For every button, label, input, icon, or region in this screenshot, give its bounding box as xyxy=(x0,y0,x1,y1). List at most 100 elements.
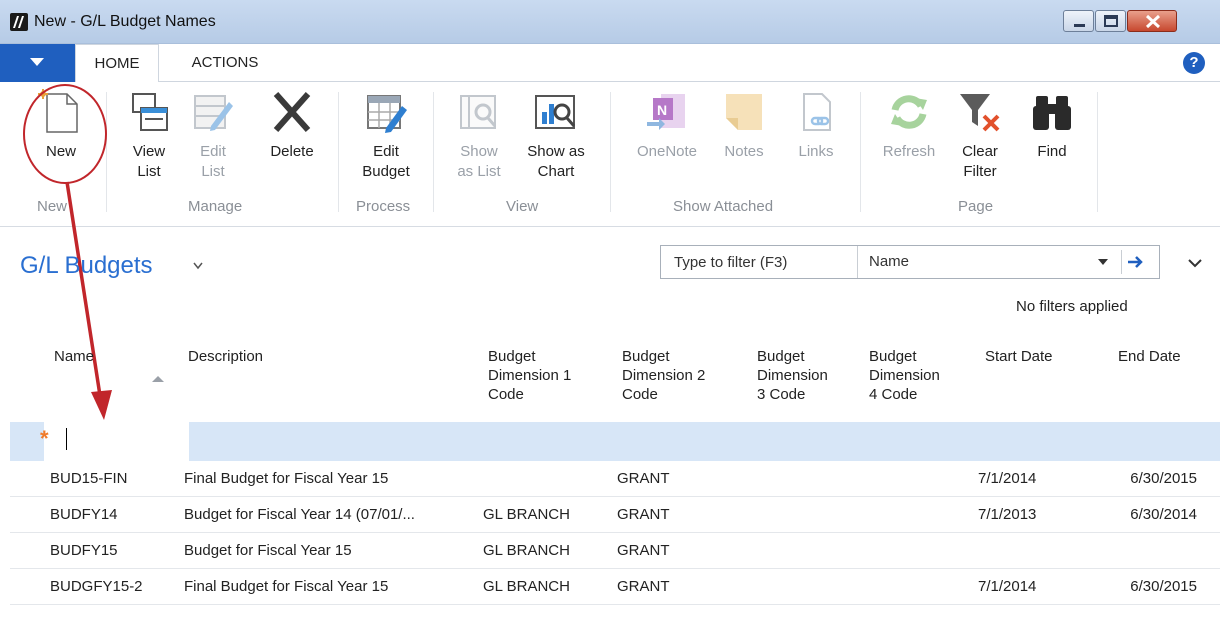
help-icon[interactable]: ? xyxy=(1183,52,1205,74)
delete-x-icon xyxy=(273,92,311,132)
svg-text:N: N xyxy=(657,102,667,118)
column-header-line: 4 Code xyxy=(869,386,918,403)
cell-end-date: 6/30/2014 xyxy=(1130,506,1197,523)
view-list-icon xyxy=(132,93,168,131)
tab-actions[interactable]: ACTIONS xyxy=(170,44,280,82)
table-row[interactable]: BUDFY15 Budget for Fiscal Year 15 GL BRA… xyxy=(10,533,1220,569)
cell-dim2: GRANT xyxy=(617,506,670,523)
show-as-list-button[interactable]: Show as List xyxy=(449,88,509,182)
group-separator xyxy=(1097,92,1098,212)
edit-budget-label-1: Edit xyxy=(373,143,399,160)
group-label-process: Process xyxy=(356,198,411,215)
links-icon xyxy=(803,93,831,131)
cell-description: Final Budget for Fiscal Year 15 xyxy=(184,578,389,595)
title-bar: New - G/L Budget Names xyxy=(0,0,1220,44)
links-button[interactable]: Links xyxy=(788,88,844,162)
notes-label: Notes xyxy=(724,143,764,160)
cell-dim1: GL BRANCH xyxy=(483,578,570,595)
table-row[interactable]: BUD15-FIN Final Budget for Fiscal Year 1… xyxy=(10,461,1220,497)
filter-field-select[interactable]: Name xyxy=(869,253,909,270)
find-button[interactable]: Find xyxy=(1026,88,1078,162)
table-row[interactable]: BUDFY14 Budget for Fiscal Year 14 (07/01… xyxy=(10,497,1220,533)
onenote-icon: N xyxy=(647,94,685,130)
view-list-button[interactable]: View List xyxy=(124,88,174,182)
dynamics-logo-icon xyxy=(10,13,28,31)
group-separator xyxy=(860,92,861,212)
column-header-description[interactable]: Description xyxy=(188,347,263,366)
minimize-button[interactable] xyxy=(1063,10,1094,32)
cell-dim1: GL BRANCH xyxy=(483,542,570,559)
new-row[interactable] xyxy=(10,422,1220,461)
column-header-line: Dimension xyxy=(869,367,940,384)
view-list-label-2: List xyxy=(137,163,161,180)
show-as-chart-button[interactable]: Show as Chart xyxy=(518,88,594,182)
column-header-budget-dimension-1-code[interactable]: Budget Dimension 1 Code xyxy=(488,347,571,404)
cell-end-date: 6/30/2015 xyxy=(1130,578,1197,595)
collapse-chevron-icon[interactable] xyxy=(1188,258,1202,268)
column-header-line: Code xyxy=(622,386,658,403)
edit-budget-label-2: Budget xyxy=(362,163,410,180)
column-header-budget-dimension-2-code[interactable]: Budget Dimension 2 Code xyxy=(622,347,705,404)
filter-input[interactable] xyxy=(661,246,858,278)
cell-dim2: GRANT xyxy=(617,470,670,487)
title-dropdown-icon[interactable] xyxy=(193,262,203,270)
group-label-view: View xyxy=(506,198,539,215)
chevron-down-icon[interactable] xyxy=(1098,259,1108,266)
refresh-icon xyxy=(891,95,927,129)
filter-box: Name xyxy=(660,245,1160,279)
find-label: Find xyxy=(1037,143,1067,160)
clear-filter-button[interactable]: Clear Filter xyxy=(952,88,1008,182)
delete-button[interactable]: Delete xyxy=(262,88,322,162)
app-menu-button[interactable] xyxy=(0,44,75,82)
group-label-show-attached: Show Attached xyxy=(673,198,774,215)
column-header-end-date[interactable]: End Date xyxy=(1118,347,1181,366)
cell-start-date: 7/1/2014 xyxy=(978,578,1037,595)
cell-start-date: 7/1/2013 xyxy=(978,506,1037,523)
maximize-button[interactable] xyxy=(1095,10,1126,32)
view-list-label-1: View xyxy=(132,143,166,160)
group-separator xyxy=(610,92,611,212)
cell-name: BUDFY15 xyxy=(50,542,118,559)
filter-divider xyxy=(1121,250,1122,274)
cell-description: Final Budget for Fiscal Year 15 xyxy=(184,470,389,487)
refresh-button[interactable]: Refresh xyxy=(876,88,942,162)
cell-description: Budget for Fiscal Year 14 (07/01/... xyxy=(184,506,415,523)
notes-icon xyxy=(726,94,762,130)
tab-home[interactable]: HOME xyxy=(75,44,159,83)
column-header-line: Budget xyxy=(488,348,536,365)
group-label-manage: Manage xyxy=(188,198,243,215)
new-record-marker: * xyxy=(40,426,49,451)
apply-filter-arrow-icon[interactable] xyxy=(1127,255,1145,269)
column-header-budget-dimension-4-code[interactable]: Budget Dimension 4 Code xyxy=(869,347,940,404)
binoculars-icon xyxy=(1033,96,1071,130)
clear-filter-label-1: Clear xyxy=(962,143,998,160)
notes-button[interactable]: Notes xyxy=(716,88,772,162)
close-button[interactable] xyxy=(1127,10,1177,32)
filter-status: No filters applied xyxy=(1016,298,1128,315)
column-header-budget-dimension-3-code[interactable]: Budget Dimension 3 Code xyxy=(757,347,828,404)
cell-name: BUDGFY15-2 xyxy=(50,578,143,595)
cell-name: BUD15-FIN xyxy=(50,470,128,487)
cell-name: BUDFY14 xyxy=(50,506,118,523)
show-as-chart-icon xyxy=(535,95,576,129)
edit-budget-button[interactable]: Edit Budget xyxy=(353,88,419,182)
show-as-list-label-2: as List xyxy=(457,163,501,180)
show-as-list-icon xyxy=(460,95,497,129)
column-header-line: Dimension 1 xyxy=(488,367,572,384)
edit-list-label-2: List xyxy=(201,163,225,180)
column-header-line: Code xyxy=(488,386,524,403)
cell-dim1: GL BRANCH xyxy=(483,506,570,523)
ribbon-tabs: HOME ACTIONS ? xyxy=(0,44,1220,83)
edit-list-button[interactable]: Edit List xyxy=(188,88,238,182)
cell-description: Budget for Fiscal Year 15 xyxy=(184,542,352,559)
column-header-line: Budget xyxy=(757,348,805,365)
column-header-name[interactable]: Name xyxy=(54,347,94,366)
page-title: G/L Budgets xyxy=(20,252,153,279)
cell-dim2: GRANT xyxy=(617,542,670,559)
onenote-button[interactable]: N OneNote xyxy=(625,88,709,162)
ribbon: New View List Edit List Delete Manage Ed… xyxy=(0,82,1220,227)
table-row[interactable]: BUDGFY15-2 Final Budget for Fiscal Year … xyxy=(10,569,1220,605)
column-header-line: Budget xyxy=(622,348,670,365)
cell-dim2: GRANT xyxy=(617,578,670,595)
column-header-start-date[interactable]: Start Date xyxy=(985,347,1053,366)
